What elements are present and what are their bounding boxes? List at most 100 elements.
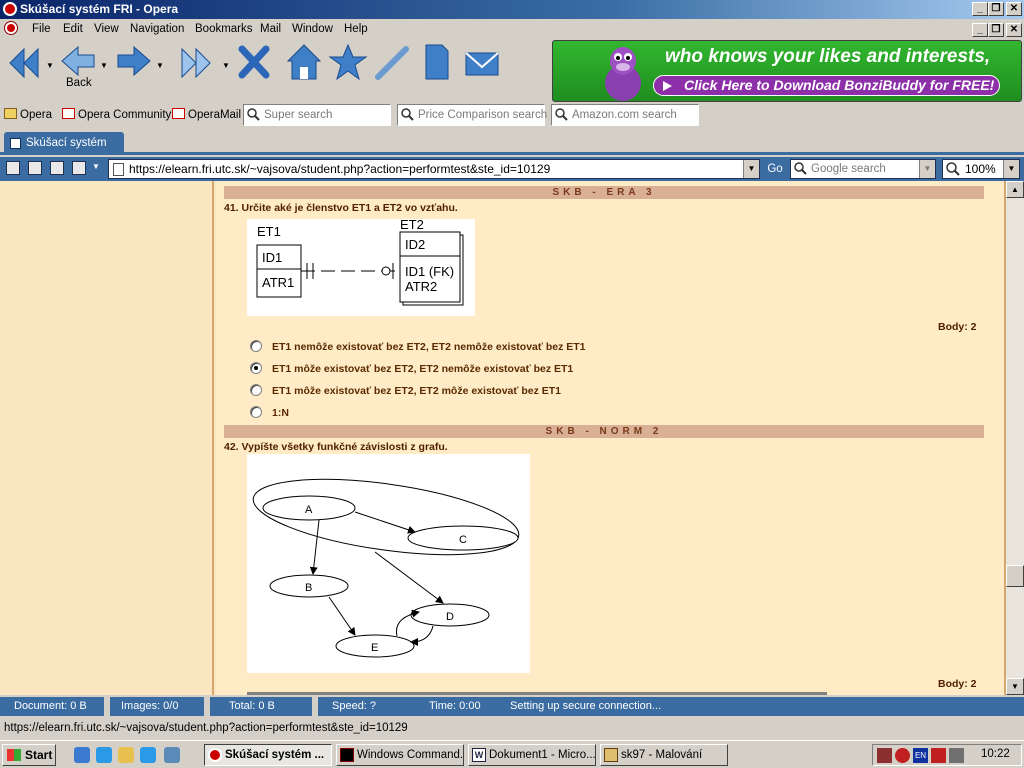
personal-bar-label: Opera Community	[78, 109, 172, 121]
option-label-4[interactable]: 1:N	[272, 407, 289, 419]
print-icon[interactable]	[50, 161, 64, 175]
personal-bar-item-operamail[interactable]: OperaMail	[172, 108, 241, 121]
forward-dropdown-icon[interactable]: ▼	[156, 61, 164, 70]
task-opera[interactable]: Skúšací systém ...	[204, 744, 332, 766]
super-search-input[interactable]: Super search	[243, 104, 391, 126]
doc-minimize-button[interactable]: _	[972, 23, 988, 37]
close-button[interactable]: ✕	[1006, 2, 1022, 16]
doc-close-button[interactable]: ✕	[1006, 23, 1022, 37]
zoom-selector[interactable]: 100% ▼	[942, 159, 1020, 179]
quicklaunch-browser-icon[interactable]	[140, 747, 156, 763]
opera-menu-icon[interactable]	[5, 22, 17, 34]
personal-bar-item-opera[interactable]: Opera	[4, 108, 52, 121]
task-paint[interactable]: sk97 - Malování	[600, 744, 728, 766]
tray-volume-icon[interactable]	[949, 748, 964, 763]
home-button[interactable]	[284, 41, 324, 85]
scroll-thumb[interactable]	[1006, 565, 1024, 587]
rewind-button[interactable]	[4, 41, 44, 85]
menu-window[interactable]: Window	[292, 23, 333, 35]
search-placeholder: Amazon.com search	[572, 109, 677, 121]
tools-dropdown-icon[interactable]: ▼	[92, 162, 100, 171]
tray-antivirus-icon[interactable]	[931, 748, 946, 763]
folder-icon	[4, 108, 17, 119]
menu-help[interactable]: Help	[344, 23, 368, 35]
search-engine-dropdown[interactable]: ▼	[919, 160, 935, 178]
star-icon	[328, 43, 368, 81]
menu-view[interactable]: View	[94, 23, 119, 35]
doc-restore-button[interactable]: ❐	[988, 23, 1004, 37]
quicklaunch-notes-icon[interactable]	[118, 747, 134, 763]
left-frame	[0, 181, 214, 695]
zoom-dropdown[interactable]: ▼	[1003, 160, 1019, 178]
node-label-d: D	[446, 611, 454, 623]
window-title-bar[interactable]: Skúšací systém FRI - Opera _ ❐ ✕	[0, 0, 1024, 19]
status-message: Setting up secure connection...	[510, 700, 662, 712]
status-time: Time: 0:00	[429, 700, 481, 712]
option-label-2[interactable]: ET1 môže existovať bez ET2, ET2 nemôže e…	[272, 363, 573, 375]
page-content: SKB - ERA 3 41. Určite aké je členstvo E…	[0, 181, 1006, 695]
menu-file[interactable]: File	[32, 23, 51, 35]
address-bar: ▼ https://elearn.fri.utc.sk/~vajsova/stu…	[0, 157, 1024, 181]
ad-banner[interactable]: who knows your likes and interests, Clic…	[552, 40, 1022, 102]
option-radio-2[interactable]	[250, 362, 262, 374]
option-label-1[interactable]: ET1 nemôže existovať bez ET2, ET2 nemôže…	[272, 341, 586, 353]
fast-forward-dropdown-icon[interactable]: ▼	[222, 61, 230, 70]
task-command-prompt[interactable]: Windows Command...	[336, 744, 464, 766]
scroll-up-button[interactable]: ▲	[1006, 181, 1024, 198]
scroll-down-button[interactable]: ▼	[1006, 678, 1024, 695]
new-page-button[interactable]	[416, 41, 456, 85]
home-icon	[286, 44, 322, 80]
new-document-icon[interactable]	[72, 161, 86, 175]
camera-icon[interactable]	[28, 161, 42, 175]
price-comparison-search-input[interactable]: Price Comparison search	[397, 104, 547, 126]
menu-navigation[interactable]: Navigation	[130, 23, 184, 35]
menu-bookmarks[interactable]: Bookmarks	[195, 23, 253, 35]
notes-pen-button[interactable]	[372, 41, 412, 85]
quicklaunch-ie-icon[interactable]	[96, 747, 112, 763]
task-word-document[interactable]: W Dokument1 - Micro...	[468, 744, 596, 766]
pen-icon	[375, 46, 409, 80]
task-label: sk97 - Malování	[621, 749, 703, 761]
edge-b-e	[328, 596, 356, 636]
bookmark-star-button[interactable]	[328, 41, 368, 85]
panel-toggle-icon[interactable]	[6, 161, 20, 175]
amazon-search-input[interactable]: Amazon.com search	[551, 104, 699, 126]
zoom-magnifier-icon	[946, 162, 960, 176]
minimize-button[interactable]: _	[972, 2, 988, 16]
back-dropdown-icon[interactable]: ▼	[100, 61, 108, 70]
option-label-3[interactable]: ET1 môže existovať bez ET2, ET2 môže exi…	[272, 385, 561, 397]
vertical-scrollbar[interactable]: ▲ ▼	[1006, 181, 1024, 695]
start-button[interactable]: Start	[2, 744, 56, 766]
menu-mail[interactable]: Mail	[260, 23, 281, 35]
tray-alert-icon[interactable]	[895, 748, 910, 763]
option-radio-1[interactable]	[250, 340, 262, 352]
go-button[interactable]: Go	[763, 159, 787, 179]
start-label: Start	[25, 748, 53, 762]
status-bar: Document: 0 B Images: 0/0 Total: 0 B Spe…	[0, 697, 1024, 716]
option-radio-3[interactable]	[250, 384, 262, 396]
option-radio-4[interactable]	[250, 406, 262, 418]
stop-button[interactable]	[234, 41, 274, 85]
tray-language-indicator[interactable]: EN	[913, 748, 928, 763]
clock: 10:22	[981, 748, 1010, 760]
search-icon	[794, 162, 807, 175]
fast-forward-button[interactable]	[176, 41, 216, 85]
quicklaunch-desktop-icon[interactable]	[74, 747, 90, 763]
url-history-dropdown[interactable]: ▼	[743, 160, 759, 178]
tab-bar: Skúšací systém FRI	[0, 130, 1024, 171]
banner-download-button[interactable]: Click Here to Download BonziBuddy for FR…	[653, 75, 1000, 96]
personal-bar-item-opera-community[interactable]: Opera Community	[62, 108, 171, 121]
quicklaunch-network-icon[interactable]	[164, 747, 180, 763]
mail-button[interactable]	[462, 41, 502, 85]
google-search-input[interactable]: Google search ▼	[790, 159, 936, 179]
bookmark-page-icon	[62, 108, 75, 119]
tray-cc-icon[interactable]	[877, 748, 892, 763]
edge-group-d	[374, 551, 444, 604]
forward-button[interactable]	[114, 41, 154, 85]
url-field[interactable]: https://elearn.fri.utc.sk/~vajsova/stude…	[108, 159, 760, 179]
forward-arrow-icon	[117, 45, 151, 77]
restore-button[interactable]: ❐	[988, 2, 1004, 16]
tab-skusaci-system[interactable]: Skúšací systém FRI	[4, 132, 124, 171]
menu-edit[interactable]: Edit	[63, 23, 83, 35]
rewind-dropdown-icon[interactable]: ▼	[46, 61, 54, 70]
